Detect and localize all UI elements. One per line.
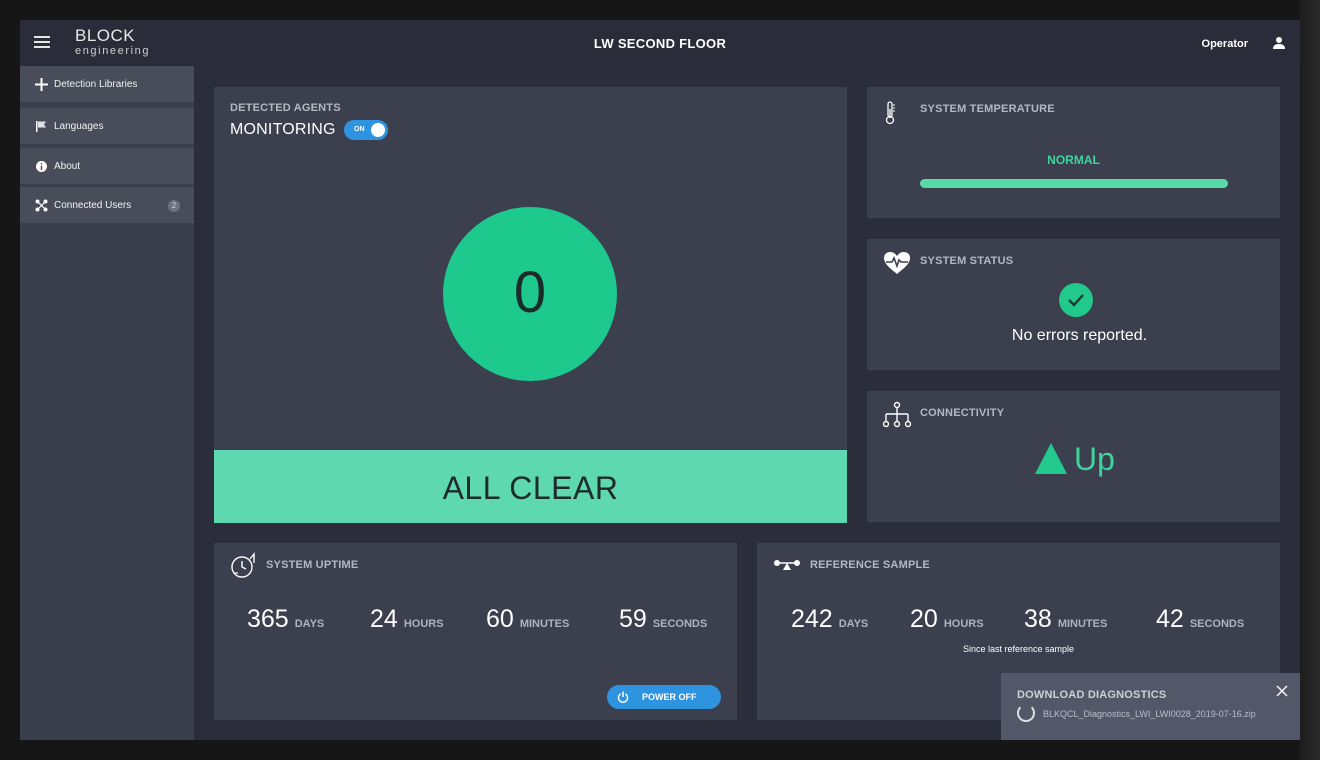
toast-title: DOWNLOAD DIAGNOSTICS [1017,689,1167,701]
status-message: No errors reported. [1011,327,1148,344]
connectivity-value: Up [1074,441,1115,477]
connectivity-label: CONNECTIVITY [920,407,1005,419]
reference-minutes: 38 MINUTES [1024,605,1107,634]
uptime-hours: 24 HOURS [370,605,444,634]
sidebar-item-label: Languages [54,121,104,132]
system-uptime-label: SYSTEM UPTIME [266,559,359,571]
flag-icon [36,121,46,132]
loading-spinner-icon [1017,704,1035,722]
app-window: BLOCK engineering LW SECOND FLOOR Operat… [20,20,1300,740]
reference-days-value: 242 [791,605,833,633]
uptime-days-value: 365 [247,605,289,633]
system-temperature-panel: SYSTEM TEMPERATURE NORMAL [867,87,1280,218]
detected-agents-label: DETECTED AGENTS [230,102,341,114]
connected-users-count-badge: 2 [168,200,180,212]
stopwatch-icon [231,552,255,578]
reference-days-unit: DAYS [838,618,869,630]
reference-minutes-unit: MINUTES [1057,618,1108,630]
monitoring-toggle[interactable]: ON [344,120,388,140]
network-tree-icon [883,401,911,428]
reference-seconds-unit: SECONDS [1189,618,1245,630]
sidebar-item-label: Detection Libraries [54,79,138,90]
connectivity-status: Up [1034,441,1115,480]
agent-count: 0 [513,260,547,325]
uptime-minutes-value: 60 [486,605,514,633]
temperature-bar [920,179,1228,188]
download-diagnostics-toast: DOWNLOAD DIAGNOSTICS BLKQCL_Diagnostics_… [1001,673,1300,740]
toggle-knob [371,123,385,137]
uptime-hours-value: 24 [370,605,398,633]
reference-seconds: 42 SECONDS [1156,605,1244,634]
check-icon [1059,283,1093,317]
uptime-hours-unit: HOURS [403,618,444,630]
screen-bezel [1300,0,1320,760]
up-arrow-icon [1035,443,1067,474]
uptime-days: 365 DAYS [247,605,324,634]
temperature-status: NORMAL [1047,153,1100,167]
plus-icon [35,78,48,91]
sidebar-item-connected-users[interactable]: Connected Users 2 [20,187,194,224]
uptime-minutes: 60 MINUTES [486,605,569,634]
detected-agents-panel: DETECTED AGENTS MONITORING ON 0 ALL CLEA… [214,87,847,523]
sidebar-item-languages[interactable]: Languages [20,108,194,145]
network-icon [35,199,48,212]
agent-count-indicator: 0 [443,207,617,381]
sidebar-item-label: Connected Users [54,200,132,211]
info-icon [36,161,47,172]
uptime-days-unit: DAYS [294,618,325,630]
uptime-seconds-unit: SECONDS [652,618,708,630]
reference-note: Since last reference sample [962,644,1075,654]
uptime-minutes-unit: MINUTES [519,618,570,630]
system-status-label: SYSTEM STATUS [920,255,1014,267]
connectivity-panel: CONNECTIVITY Up [867,391,1280,522]
sidebar-item-about[interactable]: About [20,148,194,185]
toggle-state-label: ON [354,126,365,133]
reference-minutes-value: 38 [1024,605,1052,633]
user-name[interactable]: Operator [1202,38,1248,50]
power-icon [617,691,629,703]
reference-hours-unit: HOURS [943,618,984,630]
all-clear-banner: ALL CLEAR [214,450,847,523]
reference-hours-value: 20 [910,605,938,633]
scale-icon [774,560,800,570]
reference-days: 242 DAYS [791,605,868,634]
system-status-panel: SYSTEM STATUS No errors reported. [867,239,1280,370]
sidebar-item-detection-libraries[interactable]: Detection Libraries [20,66,194,103]
toast-filename: BLKQCL_Diagnostics_LWI_LWI0028_2019-07-1… [1043,709,1256,719]
uptime-seconds-value: 59 [619,605,647,633]
heartbeat-icon [884,252,910,274]
user-icon[interactable] [1272,36,1286,50]
page-title: LW SECOND FLOOR [593,36,727,51]
reference-sample-label: REFERENCE SAMPLE [810,559,930,571]
reference-hours: 20 HOURS [910,605,984,634]
system-uptime-panel: SYSTEM UPTIME 365 DAYS 24 HOURS 60 MINUTES … [214,543,737,720]
thermometer-icon [885,101,895,125]
power-off-button[interactable]: POWER OFF [607,685,721,709]
all-clear-text: ALL CLEAR [442,470,619,506]
monitoring-label: MONITORING [230,121,336,138]
sidebar-item-label: About [54,161,81,172]
reference-seconds-value: 42 [1156,605,1184,633]
uptime-seconds: 59 SECONDS [619,605,707,634]
top-bar: BLOCK engineering LW SECOND FLOOR Operat… [20,20,1300,66]
close-icon[interactable] [1276,685,1288,697]
system-temperature-label: SYSTEM TEMPERATURE [920,103,1055,115]
sidebar: Detection Libraries Languages About Conn… [20,66,194,740]
power-off-label: POWER OFF [642,692,697,702]
